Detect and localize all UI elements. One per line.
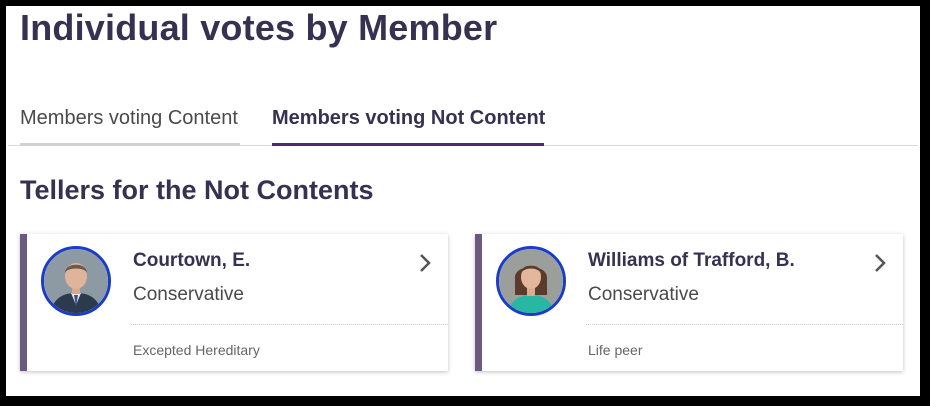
member-name: Williams of Trafford, B. <box>588 250 795 271</box>
page-frame: Individual votes by Member Members votin… <box>6 6 920 396</box>
member-party: Conservative <box>133 284 244 305</box>
member-party: Conservative <box>588 284 699 305</box>
member-photo <box>44 249 108 313</box>
page-title: Individual votes by Member <box>20 7 498 48</box>
avatar <box>41 246 111 316</box>
member-photo <box>499 249 563 313</box>
member-card-williams-of-trafford[interactable]: Williams of Trafford, B. Conservative Li… <box>475 234 903 371</box>
section-title: Tellers for the Not Contents <box>20 175 374 205</box>
vote-tabs: Members voting Content Members voting No… <box>8 103 918 146</box>
chevron-right-icon <box>875 254 886 272</box>
card-divider <box>586 324 903 325</box>
member-peerage-type: Excepted Hereditary <box>133 342 260 358</box>
avatar <box>496 246 566 316</box>
member-peerage-type: Life peer <box>588 342 643 358</box>
tab-members-content[interactable]: Members voting Content <box>20 103 240 146</box>
card-divider <box>131 324 448 325</box>
member-name: Courtown, E. <box>133 250 251 271</box>
tab-members-not-content[interactable]: Members voting Not Content <box>272 103 545 146</box>
chevron-right-icon <box>420 254 431 272</box>
member-card-courtown[interactable]: Courtown, E. Conservative Excepted Hered… <box>20 234 448 371</box>
